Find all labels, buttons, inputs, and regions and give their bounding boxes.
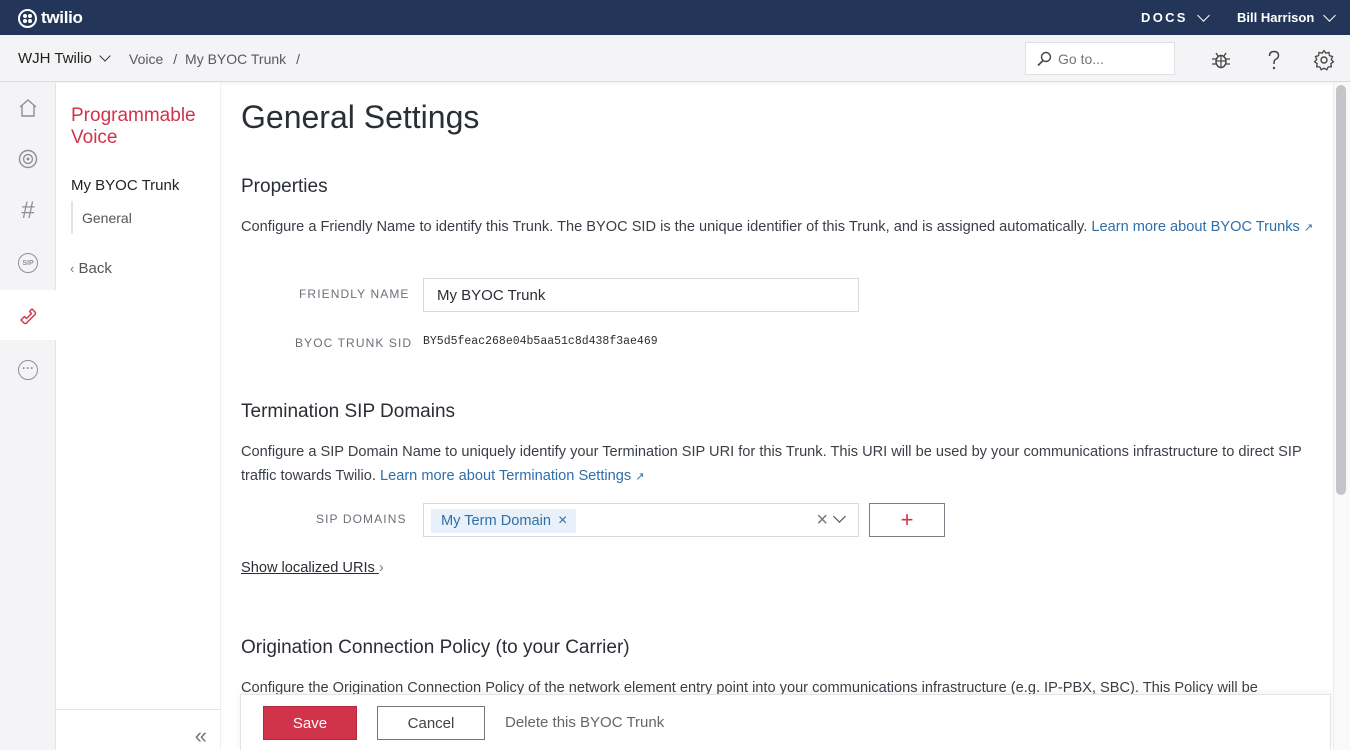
- origination-heading: Origination Connection Policy (to your C…: [241, 637, 630, 658]
- twilio-logo-icon: [18, 8, 37, 28]
- user-name: Bill Harrison: [1237, 10, 1315, 25]
- docs-label: DOCS: [1141, 10, 1188, 25]
- sip-icon-text: SIP: [22, 259, 34, 267]
- properties-desc: Configure a Friendly Name to identify th…: [241, 215, 1316, 240]
- clear-icon[interactable]: ×: [816, 509, 828, 532]
- back-link[interactable]: ‹ Back: [70, 260, 112, 277]
- rail-signal[interactable]: [0, 134, 56, 184]
- breadcrumb-trunk[interactable]: My BYOC Trunk: [185, 51, 286, 67]
- phone-icon: [20, 308, 37, 325]
- collapse-nav[interactable]: «: [56, 709, 221, 750]
- signal-icon: [18, 149, 38, 169]
- chevron-down-icon: [99, 50, 111, 62]
- sip-domains-label: SIP DOMAINS: [316, 512, 407, 526]
- chevron-down-icon[interactable]: [833, 510, 846, 523]
- chevron-right-icon: ›: [378, 560, 384, 576]
- termination-heading: Termination SIP Domains: [241, 401, 456, 422]
- friendly-name-field[interactable]: [423, 278, 859, 312]
- goto-search[interactable]: [1025, 42, 1175, 75]
- sid-label: BYOC TRUNK SID: [295, 336, 413, 350]
- logo-text: twilio: [41, 8, 83, 27]
- sub-bar: WJH Twilio Voice / My BYOC Trunk /: [0, 35, 1350, 82]
- domain-tag-label: My Term Domain: [441, 513, 552, 529]
- properties-heading: Properties: [241, 176, 328, 197]
- user-menu[interactable]: Bill Harrison: [1237, 8, 1337, 25]
- rail-voice[interactable]: [0, 290, 56, 340]
- show-localized-uris-link[interactable]: Show localized URIs ›: [241, 560, 384, 576]
- scrollbar-thumb[interactable]: [1336, 85, 1346, 495]
- search-icon: [1037, 51, 1052, 66]
- remove-tag-icon[interactable]: ×: [558, 512, 567, 530]
- rail-home[interactable]: [0, 83, 56, 133]
- double-chevron-left-icon: «: [194, 723, 207, 748]
- add-domain-button[interactable]: +: [869, 503, 945, 537]
- page-title: General Settings: [241, 99, 480, 135]
- back-label: Back: [78, 260, 112, 277]
- help-icon[interactable]: [1263, 49, 1285, 71]
- sid-value: BY5d5feac268e04b5aa51c8d438f3ae469: [423, 335, 658, 348]
- learn-termination-link[interactable]: Learn more about Termination Settings: [380, 468, 631, 484]
- breadcrumb: Voice / My BYOC Trunk /: [129, 51, 301, 67]
- goto-search-input[interactable]: [1058, 50, 1168, 67]
- account-switcher[interactable]: WJH Twilio: [18, 50, 111, 67]
- home-icon: [19, 99, 37, 117]
- chevron-down-icon: [1323, 8, 1337, 22]
- gear-icon[interactable]: [1313, 49, 1335, 71]
- hash-icon: #: [21, 197, 35, 224]
- product-rail: # SIP ···: [0, 83, 56, 750]
- sip-domains-select[interactable]: My Term Domain × ×: [423, 503, 859, 537]
- termination-desc: Configure a SIP Domain Name to uniquely …: [241, 440, 1316, 489]
- domain-tag: My Term Domain ×: [431, 509, 577, 533]
- secondary-nav: Programmable Voice My BYOC Trunk General…: [56, 83, 221, 750]
- chevron-down-icon: [1196, 8, 1210, 22]
- nav-trunk-name[interactable]: My BYOC Trunk: [71, 177, 179, 194]
- account-name: WJH Twilio: [18, 50, 92, 67]
- chevron-left-icon: ‹: [70, 261, 75, 276]
- action-bar: Save Cancel Delete this BYOC Trunk: [240, 694, 1331, 750]
- delete-trunk-button[interactable]: Delete this BYOC Trunk: [505, 714, 664, 731]
- rail-sip[interactable]: SIP: [0, 238, 56, 288]
- properties-desc-text: Configure a Friendly Name to identify th…: [241, 219, 1092, 235]
- rail-hash[interactable]: #: [0, 186, 56, 236]
- product-title[interactable]: Programmable Voice: [71, 105, 216, 149]
- cancel-button[interactable]: Cancel: [377, 706, 485, 740]
- more-icon-dots: ···: [22, 361, 34, 375]
- friendly-name-label: FRIENDLY NAME: [299, 287, 410, 301]
- top-bar: twilio DOCS Bill Harrison: [0, 0, 1350, 35]
- sip-icon: SIP: [18, 253, 38, 273]
- save-button[interactable]: Save: [263, 706, 357, 740]
- external-link-icon: ↗: [635, 471, 645, 483]
- external-link-icon: ↗: [1303, 222, 1314, 234]
- nav-item-general[interactable]: General: [71, 201, 132, 234]
- breadcrumb-voice[interactable]: Voice: [129, 51, 163, 67]
- show-localized-label: Show localized URIs: [241, 560, 375, 576]
- docs-menu[interactable]: DOCS: [1141, 8, 1210, 25]
- more-icon: ···: [18, 360, 38, 380]
- rail-more[interactable]: ···: [0, 345, 56, 395]
- twilio-logo[interactable]: twilio: [18, 8, 83, 28]
- learn-byoc-link[interactable]: Learn more about BYOC Trunks: [1091, 219, 1299, 235]
- debugger-bug-icon[interactable]: [1210, 49, 1232, 71]
